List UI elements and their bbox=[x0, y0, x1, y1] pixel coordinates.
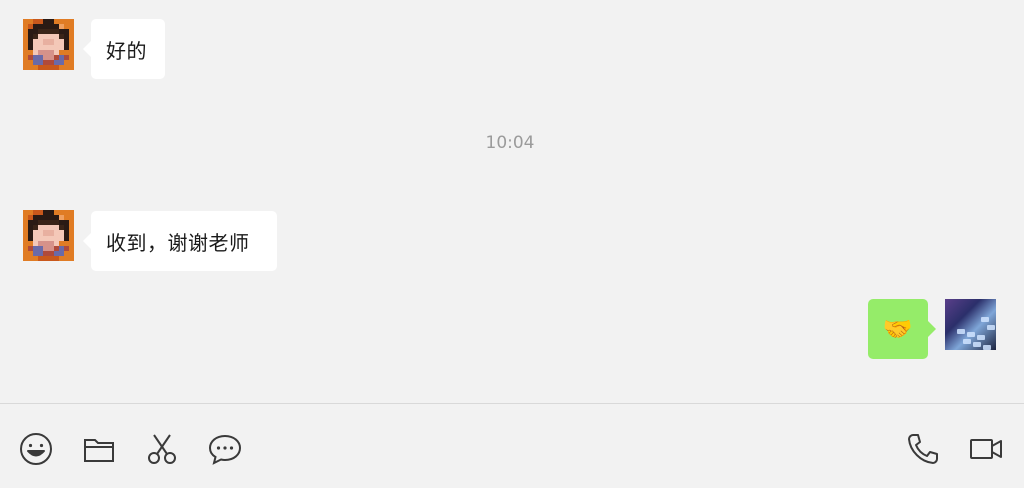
my-avatar[interactable] bbox=[945, 299, 996, 350]
contact-avatar[interactable] bbox=[23, 19, 74, 70]
chat-bubble-icon[interactable] bbox=[207, 431, 243, 467]
scissors-icon[interactable] bbox=[144, 431, 180, 467]
message-text: 好的 bbox=[106, 38, 147, 63]
phone-icon[interactable] bbox=[905, 431, 941, 467]
chat-history[interactable]: 好的 10:04 收到，谢谢老师 🤝 bbox=[0, 0, 1024, 404]
contact-avatar[interactable] bbox=[23, 210, 74, 261]
folder-icon[interactable] bbox=[81, 431, 117, 467]
video-icon[interactable] bbox=[968, 431, 1004, 467]
input-toolbar bbox=[0, 403, 1024, 488]
timestamp: 10:04 bbox=[485, 133, 535, 153]
message-bubble-incoming[interactable]: 收到，谢谢老师 bbox=[83, 211, 277, 271]
handshake-emoji: 🤝 bbox=[882, 315, 914, 343]
emoji-icon[interactable] bbox=[18, 431, 54, 467]
message-text: 收到，谢谢老师 bbox=[106, 230, 250, 255]
message-bubble-outgoing[interactable]: 🤝 bbox=[868, 299, 936, 359]
message-bubble-incoming[interactable]: 好的 bbox=[83, 19, 165, 79]
